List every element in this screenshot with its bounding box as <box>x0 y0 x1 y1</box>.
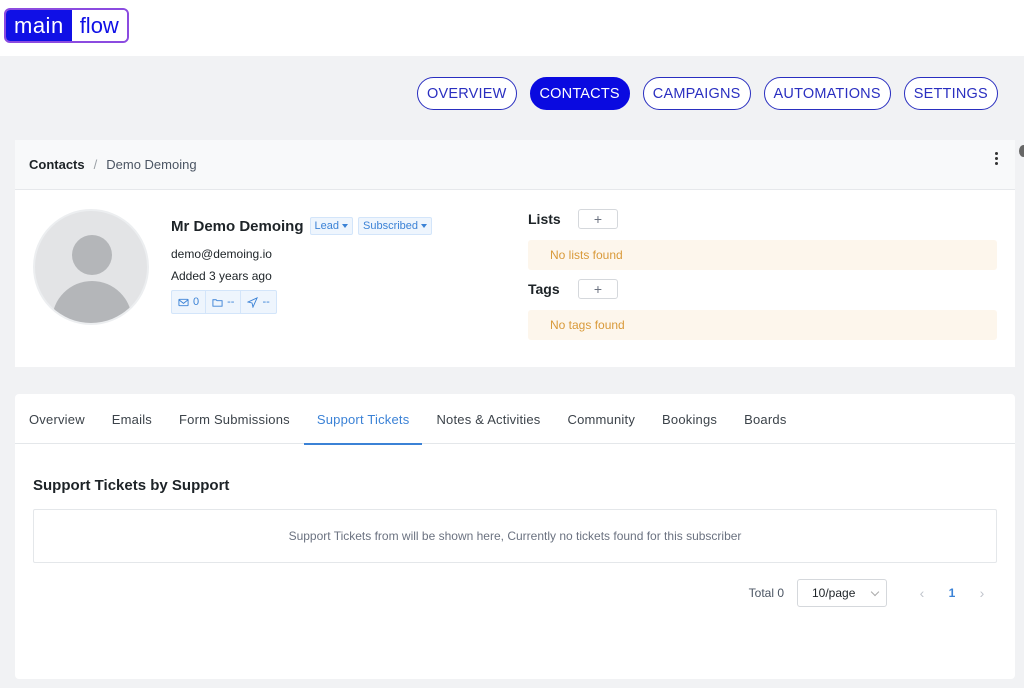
stat-emails[interactable]: 0 <box>172 291 207 313</box>
stat-emails-count: 0 <box>193 296 200 308</box>
support-tickets-title: Support Tickets by Support <box>33 477 230 494</box>
contact-profile-card: Mr Demo Demoing Lead Subscribed demo@dem… <box>15 190 1015 367</box>
scroll-indicator <box>1019 145 1024 157</box>
tab-boards[interactable]: Boards <box>744 394 786 444</box>
nav-automations[interactable]: AUTOMATIONS <box>763 77 891 110</box>
status-label: Lead <box>314 220 339 232</box>
breadcrumb-current: Demo Demoing <box>106 157 197 172</box>
breadcrumb: Contacts / Demo Demoing <box>15 140 1015 190</box>
pagination-total: Total 0 <box>748 586 784 600</box>
main-nav: OVERVIEW CONTACTS CAMPAIGNS AUTOMATIONS … <box>417 77 998 110</box>
pagination: Total 0 10/page ‹ 1 › <box>749 579 997 607</box>
lists-empty-message: No lists found <box>528 240 997 270</box>
tab-support-tickets[interactable]: Support Tickets <box>303 394 423 445</box>
page-size-select[interactable]: 10/page <box>797 579 887 607</box>
subscription-dropdown[interactable]: Subscribed <box>358 217 433 235</box>
tab-community[interactable]: Community <box>567 394 635 444</box>
brand-logo[interactable]: main flow <box>4 8 129 43</box>
stat-folders[interactable]: -- <box>206 291 242 313</box>
breadcrumb-separator: / <box>93 157 98 172</box>
contact-stats: 0 -- -- <box>171 290 277 314</box>
breadcrumb-contacts-link[interactable]: Contacts <box>29 157 85 172</box>
avatar <box>33 209 149 325</box>
nav-overview[interactable]: OVERVIEW <box>417 77 517 110</box>
lists-label: Lists <box>528 211 561 227</box>
nav-campaigns[interactable]: CAMPAIGNS <box>642 77 751 110</box>
contact-email: demo@demoing.io <box>171 247 272 261</box>
contact-header: Mr Demo Demoing Lead Subscribed <box>171 217 433 235</box>
brand-logo-part1: main <box>6 10 72 41</box>
caret-down-icon <box>342 224 348 228</box>
caret-down-icon <box>421 224 428 228</box>
support-tickets-empty: Support Tickets from will be shown here,… <box>33 509 997 563</box>
stat-sent[interactable]: -- <box>241 291 275 313</box>
page-size-value: 10/page <box>812 586 856 600</box>
tab-notes-activities[interactable]: Notes & Activities <box>436 394 540 444</box>
top-bar: main flow <box>0 0 1024 56</box>
subscription-label: Subscribed <box>363 220 419 232</box>
more-options-icon[interactable] <box>993 152 999 165</box>
contact-added-date: Added 3 years ago <box>171 269 272 283</box>
send-icon <box>247 296 259 308</box>
nav-settings[interactable]: SETTINGS <box>903 77 998 110</box>
contact-name: Mr Demo Demoing <box>171 217 304 235</box>
tags-label: Tags <box>528 281 560 297</box>
tab-form-submissions[interactable]: Form Submissions <box>179 394 290 444</box>
tab-emails[interactable]: Emails <box>112 394 152 444</box>
add-list-button[interactable]: + <box>578 209 618 229</box>
prev-page-button[interactable]: ‹ <box>907 579 937 607</box>
page-number-current[interactable]: 1 <box>937 579 967 607</box>
contact-tabs: Overview Emails Form Submissions Support… <box>15 394 1015 445</box>
add-tag-button[interactable]: + <box>578 279 618 299</box>
contact-tabs-card: Overview Emails Form Submissions Support… <box>15 394 1015 679</box>
chevron-down-icon <box>870 587 880 597</box>
stat-sent-count: -- <box>262 296 270 308</box>
brand-logo-part2: flow <box>71 10 127 41</box>
tags-empty-message: No tags found <box>528 310 997 340</box>
envelope-icon <box>178 298 189 306</box>
tab-bookings[interactable]: Bookings <box>662 394 717 444</box>
nav-contacts[interactable]: CONTACTS <box>529 77 630 110</box>
status-dropdown[interactable]: Lead <box>309 217 353 235</box>
folder-icon <box>212 298 223 307</box>
next-page-button[interactable]: › <box>967 579 997 607</box>
tab-overview[interactable]: Overview <box>29 394 85 444</box>
stat-folders-count: -- <box>227 296 235 308</box>
